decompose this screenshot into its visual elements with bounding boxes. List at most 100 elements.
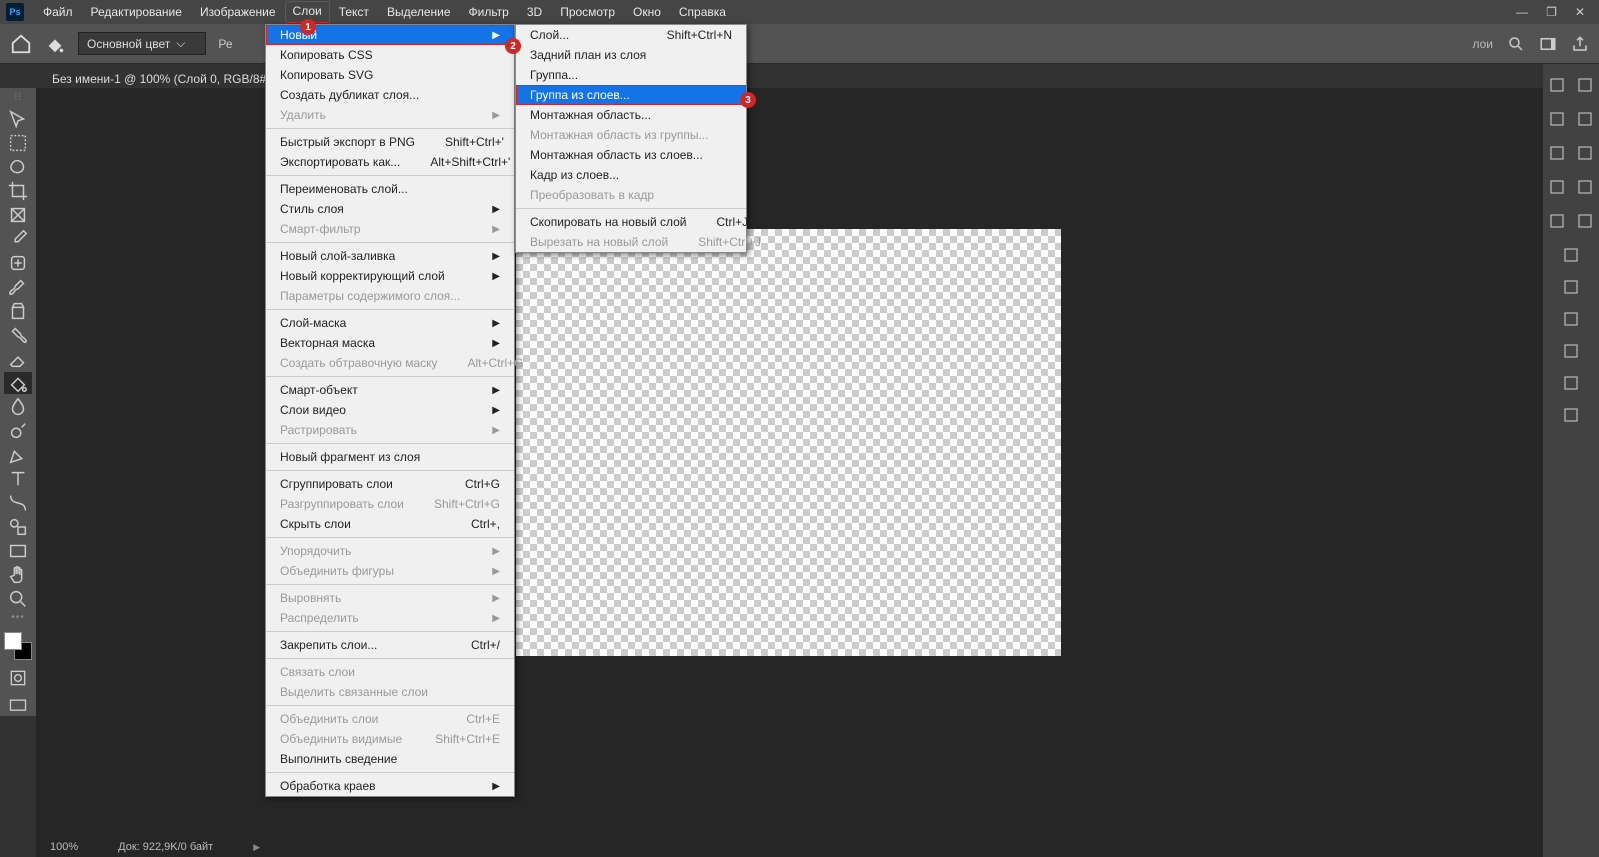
marquee-tool[interactable] — [4, 132, 32, 154]
workspace-icon[interactable] — [1539, 35, 1557, 53]
swatches[interactable] — [1576, 178, 1594, 196]
menu-item[interactable]: Слой-маска▶ — [266, 313, 514, 333]
menu-item[interactable]: Монтажная область... — [516, 105, 746, 125]
frame-tool[interactable] — [4, 204, 32, 226]
align[interactable] — [1562, 278, 1580, 296]
menu-item[interactable]: Группа... — [516, 65, 746, 85]
toolbar-edit-icon[interactable]: ••• — [11, 612, 25, 626]
canvas[interactable] — [516, 229, 1061, 656]
libraries[interactable] — [1548, 76, 1566, 94]
menu-item[interactable]: Переименовать слой... — [266, 179, 514, 199]
menu-item[interactable]: Кадр из слоев... — [516, 165, 746, 185]
foreground-swatch[interactable] — [4, 632, 22, 650]
dodge-tool[interactable] — [4, 420, 32, 442]
brush-settings[interactable] — [1562, 246, 1580, 264]
menu-item: Выделить связанные слои — [266, 682, 514, 702]
menu-item[interactable]: Слои видео▶ — [266, 400, 514, 420]
menu-item-label: Распределить — [280, 611, 359, 625]
grid[interactable] — [1576, 212, 1594, 230]
history-tool[interactable] — [4, 324, 32, 346]
close-icon[interactable]: ✕ — [1575, 5, 1585, 19]
brush-tool[interactable] — [4, 276, 32, 298]
screen-mode-icon[interactable] — [4, 696, 32, 716]
color-swatches[interactable] — [4, 632, 32, 660]
move-tool[interactable] — [4, 108, 32, 130]
home-icon[interactable] — [10, 33, 32, 55]
blur-tool[interactable] — [4, 396, 32, 418]
menu-item-label: Новый слой-заливка — [280, 249, 395, 263]
type-tool[interactable] — [4, 468, 32, 490]
eyedropper-tool[interactable] — [4, 228, 32, 250]
menu-item[interactable]: Экспортировать как...Alt+Shift+Ctrl+' — [266, 152, 514, 172]
menu-item-справка[interactable]: Справка — [670, 1, 735, 23]
menu-item-просмотр[interactable]: Просмотр — [551, 1, 624, 23]
menu-item[interactable]: Векторная маска▶ — [266, 333, 514, 353]
menu-separator — [266, 470, 514, 471]
right-panel-strip — [1543, 64, 1599, 857]
menu-item[interactable]: Обработка краев▶ — [266, 776, 514, 796]
menu-item[interactable]: Новый корректирующий слой▶ — [266, 266, 514, 286]
navigator[interactable] — [1548, 212, 1566, 230]
cube-3d[interactable] — [1562, 406, 1580, 424]
menu-item-окно[interactable]: Окно — [624, 1, 670, 23]
path-tool[interactable] — [4, 492, 32, 514]
quick-mask-icon[interactable] — [4, 668, 32, 688]
menu-item[interactable]: Монтажная область из слоев... — [516, 145, 746, 165]
paint-bucket-icon[interactable] — [44, 33, 66, 55]
healing-tool[interactable] — [4, 252, 32, 274]
play-icon[interactable] — [1548, 110, 1566, 128]
menu-item[interactable]: Закрепить слои...Ctrl+/ — [266, 635, 514, 655]
paragraph[interactable] — [1562, 374, 1580, 392]
menu-item[interactable]: Скопировать на новый слойCtrl+J — [516, 212, 746, 232]
menu-item: Выровнять▶ — [266, 588, 514, 608]
minimize-icon[interactable]: — — [1516, 5, 1528, 19]
menu-item-текст[interactable]: Текст — [330, 1, 378, 23]
info-icon[interactable] — [1576, 110, 1594, 128]
menu-item[interactable]: Создать дубликат слоя... — [266, 85, 514, 105]
menu-item[interactable]: Слой...Shift+Ctrl+N — [516, 25, 746, 45]
crop-tool[interactable] — [4, 180, 32, 202]
clone-tool[interactable] — [4, 300, 32, 322]
fill-source-select[interactable]: Основной цвет ⌵ — [78, 32, 206, 55]
menu-item: Удалить▶ — [266, 105, 514, 125]
maximize-icon[interactable]: ❐ — [1546, 5, 1557, 19]
menu-item[interactable]: Группа из слоев... — [516, 85, 746, 105]
menu-item[interactable]: Выполнить сведение — [266, 749, 514, 769]
statusbar-chevron-icon[interactable]: ▶ — [253, 842, 260, 853]
submenu-arrow-icon: ▶ — [492, 425, 500, 436]
menu-item[interactable]: Новый слой-заливка▶ — [266, 246, 514, 266]
menu-item[interactable]: Сгруппировать слоиCtrl+G — [266, 474, 514, 494]
hand-tool[interactable] — [4, 564, 32, 586]
menu-item-редактирование[interactable]: Редактирование — [82, 1, 191, 23]
eraser-tool[interactable] — [4, 348, 32, 370]
lasso-tool[interactable] — [4, 156, 32, 178]
menu-item[interactable]: Скрыть слоиCtrl+, — [266, 514, 514, 534]
bucket-tool[interactable] — [4, 372, 32, 394]
zoom-tool[interactable] — [4, 588, 32, 610]
share-icon[interactable] — [1571, 35, 1589, 53]
menu-item[interactable]: Быстрый экспорт в PNGShift+Ctrl+' — [266, 132, 514, 152]
menu-item[interactable]: Задний план из слоя — [516, 45, 746, 65]
mode-label-fragment: Ре — [218, 37, 232, 51]
zoom-level[interactable]: 100% — [50, 841, 78, 853]
timeline[interactable] — [1576, 76, 1594, 94]
menu-item-изображение[interactable]: Изображение — [191, 1, 285, 23]
cc-icon[interactable] — [1576, 144, 1594, 162]
menu-item-3d[interactable]: 3D — [518, 1, 551, 23]
menu-item[interactable]: Стиль слоя▶ — [266, 199, 514, 219]
histogram[interactable] — [1548, 144, 1566, 162]
menu-item-выделение[interactable]: Выделение — [378, 1, 460, 23]
menu-item[interactable]: Копировать CSS — [266, 45, 514, 65]
character[interactable] — [1562, 310, 1580, 328]
color[interactable] — [1548, 178, 1566, 196]
rect-tool[interactable] — [4, 540, 32, 562]
menu-item-файл[interactable]: Файл — [34, 1, 82, 23]
paragraph-a[interactable] — [1562, 342, 1580, 360]
search-icon[interactable] — [1507, 35, 1525, 53]
menu-item[interactable]: Новый фрагмент из слоя — [266, 447, 514, 467]
menu-item-фильтр[interactable]: Фильтр — [460, 1, 518, 23]
menu-item[interactable]: Смарт-объект▶ — [266, 380, 514, 400]
shape-tool[interactable] — [4, 516, 32, 538]
menu-item[interactable]: Копировать SVG — [266, 65, 514, 85]
pen-tool[interactable] — [4, 444, 32, 466]
